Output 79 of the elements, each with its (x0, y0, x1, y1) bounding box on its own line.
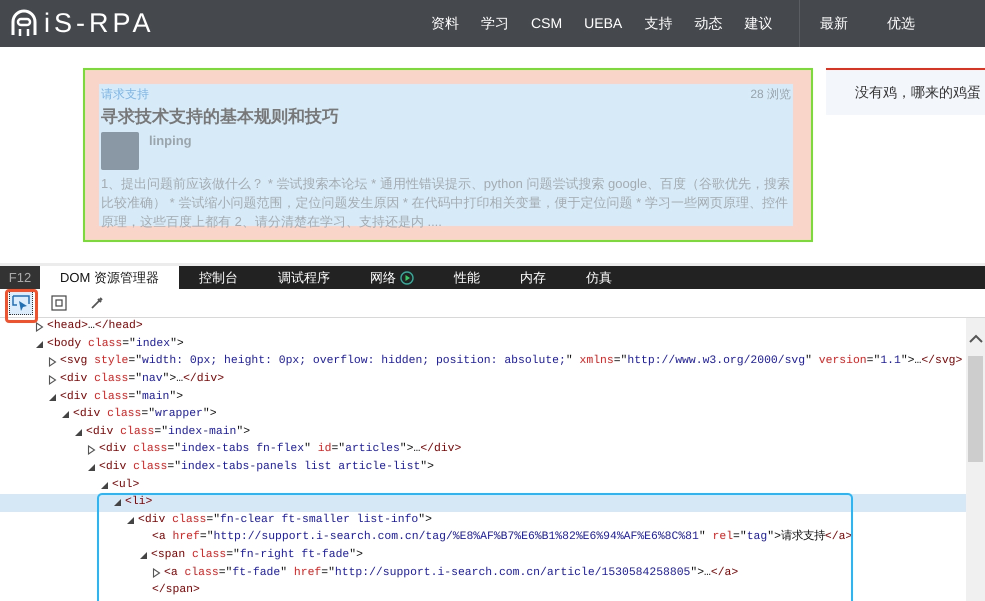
avatar-photo-placeholder (101, 132, 139, 170)
devtools-tab[interactable]: 内存 (500, 266, 566, 289)
play-icon (400, 270, 414, 284)
devtools-tab[interactable]: 网络 (350, 266, 434, 289)
code-line: </span> (152, 582, 200, 598)
view-count: 28 浏览 (750, 86, 791, 102)
code-line: <div class="index-tabs-panels list article-list"> (99, 460, 434, 475)
expanded-triangle-icon[interactable] (35, 340, 44, 349)
expanded-triangle-icon[interactable] (74, 428, 83, 437)
tree-row[interactable]: <a class="ft-fade" href="http://support.i-search.com.cn/article/1530584258805">…</a> (0, 564, 966, 582)
tree-row[interactable]: <div class="index-main"> (0, 424, 966, 442)
nav-tab[interactable]: 最新 (800, 13, 868, 34)
nav-link[interactable]: 动态 (683, 13, 734, 34)
expanded-triangle-icon[interactable] (126, 516, 135, 525)
code-line: <svg style="width: 0px; height: 0px; overflow: hidden; position: absolute;" xmlns="http://www.w3.org/2000/svg" version="1.1">…</svg> (60, 354, 962, 370)
expanded-triangle-icon[interactable] (139, 551, 148, 560)
collapsed-triangle-icon[interactable] (152, 568, 161, 578)
code-line: <ul> (112, 478, 140, 493)
tree-row[interactable]: <a href="http://support.i-search.com.cn/tag/%E8%AF%B7%E6%B1%82%E6%94%AF%E6%8C%81" rel="tag">请求支持</a> (0, 529, 966, 547)
devtools-label: F12 (0, 266, 40, 289)
code-line: <a href="http://support.i-search.com.cn/tag/%E8%AF%B7%E6%B1%82%E6%94%AF%E6%8C%81" rel="tag">请求支持</a> (152, 529, 852, 546)
logo-text: iS-RPA (44, 10, 155, 37)
tree-row[interactable]: <span class="fn-right ft-fade"> (0, 546, 966, 564)
collapsed-triangle-icon[interactable] (35, 322, 44, 332)
code-line: <div class="main"> (60, 390, 184, 405)
tree-row[interactable]: <div class="wrapper"> (0, 406, 966, 424)
nav-link[interactable]: 学习 (470, 13, 520, 34)
devtools-tab[interactable]: 仿真 (566, 266, 632, 289)
collapsed-triangle-icon[interactable] (48, 356, 57, 367)
code-line: <a class="ft-fade" href="http://support.i-search.com.cn/article/1530584258805">…</a> (164, 566, 738, 581)
code-line: <div class="index-tabs fn-flex" id="articles">…</div> (99, 442, 462, 458)
article-excerpt: 1、提出问题前应该做什么？ * 尝试搜索本论坛 * 通用性错误提示、python 问题尝试搜索 google、百度（谷歌优先，搜索比较准确） * 尝试缩小问题范围，定位问题发生原因 * 在代码中打印相关变量，便于定位问题 * 学习一些网页原理、控件原理，这些百度上都有 2、请分清楚在学习、支持还是内 .... (101, 175, 791, 231)
expanded-triangle-icon[interactable] (100, 480, 109, 490)
nav-link[interactable]: 支持 (633, 13, 684, 34)
nav-link[interactable]: 建议 (733, 13, 784, 34)
tree-row[interactable]: <div class="fn-clear ft-smaller list-info"> (0, 512, 966, 530)
expanded-triangle-icon[interactable] (61, 410, 70, 420)
nav-tab[interactable]: 优选 (867, 13, 934, 34)
nav-link[interactable]: 资料 (420, 13, 470, 34)
tree-row[interactable]: <svg style="width: 0px; height: 0px; overflow: hidden; position: absolute;" xmlns="http://www.w3.org/2000/svg" version="1.1">…</svg> (0, 353, 966, 371)
code-line: <div class="nav">…</div> (60, 372, 224, 388)
code-line: <head>…</head> (47, 318, 143, 334)
code-line: <div class="index-main"> (86, 424, 250, 440)
code-line: <div class="fn-clear ft-smaller list-info"> (138, 512, 432, 528)
devtools-tab[interactable]: DOM 资源管理器 (40, 266, 179, 289)
scrollbar-thumb[interactable] (968, 356, 983, 462)
tree-row[interactable]: <div class="index-tabs-panels list article-list"> (0, 458, 966, 476)
highlighted-article-card[interactable]: 请求支持 28 浏览 寻求技术支持的基本规则和技巧 linping 1、提出问题前应该做什么？ * 尝试搜索本论坛 * 通用性错误提示、python 问题尝试搜索 google、百度（谷歌优先，搜索比较准确） * 尝试缩小问题范围，定位问题发生原因 * 在代码中打印相关变量，便于定位问题 * 学习一些网页原理、控件原理，这些百度上都有 2、请分清楚在学习、支持还是内 .... (83, 68, 813, 242)
collapsed-triangle-icon[interactable] (48, 374, 57, 385)
devtools-tab[interactable]: 控制台 (178, 266, 258, 289)
devtools-tab[interactable]: 性能 (434, 266, 500, 289)
scrollbar[interactable] (966, 318, 985, 601)
helmet-logo-icon (10, 8, 38, 38)
expanded-triangle-icon[interactable] (48, 392, 57, 402)
tree-row[interactable]: <div class="main"> (0, 388, 966, 406)
code-line: <div class="wrapper"> (73, 406, 217, 422)
tree-row[interactable]: <body class="index"> (0, 336, 966, 354)
expanded-triangle-icon[interactable] (87, 463, 96, 472)
tree-row[interactable]: <head>…</head> (0, 318, 966, 336)
devtools-tab[interactable]: 调试程序 (258, 266, 350, 289)
tree-row[interactable]: <li> (0, 494, 966, 512)
tree-row[interactable]: <div class="index-tabs fn-flex" id="articles">…</div> (0, 441, 966, 459)
highlight-frame (5, 289, 38, 323)
select-element-icon (12, 294, 30, 312)
tree-row[interactable]: <div class="nav">…</div> (0, 370, 966, 388)
nav-link[interactable]: CSM (520, 13, 574, 34)
code-line: <span class="fn-right ft-fade"> (151, 548, 363, 563)
collapsed-triangle-icon[interactable] (87, 444, 96, 455)
square-icon (51, 295, 67, 311)
expanded-triangle-icon[interactable] (113, 498, 122, 508)
code-line: <li> (125, 494, 152, 510)
toolbar-button[interactable] (9, 291, 33, 315)
article-title[interactable]: 寻求技术支持的基本规则和技巧 (101, 104, 791, 130)
nav-link[interactable]: UEBA (573, 13, 634, 34)
eyedropper-icon (90, 296, 104, 310)
side-panel-text: 没有鸡，哪来的鸡蛋 (855, 84, 981, 100)
chevron-up-icon[interactable] (968, 334, 982, 343)
tree-row[interactable]: <ul> (0, 476, 966, 494)
code-line: <body class="index"> (47, 336, 184, 352)
